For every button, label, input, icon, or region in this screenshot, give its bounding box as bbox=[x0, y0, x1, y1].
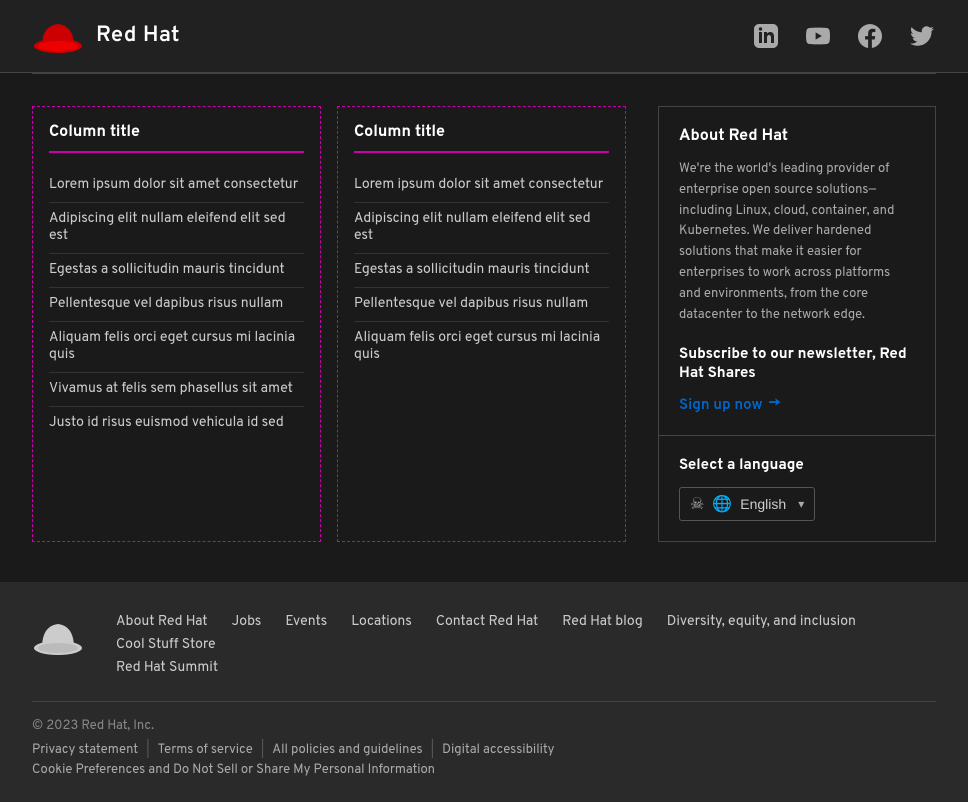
footer-legal-links: Privacy statement | Terms of service | A… bbox=[32, 742, 936, 758]
legal-separator-2: | bbox=[261, 742, 265, 758]
list-item[interactable]: Lorem ipsum dolor sit amet consectetur bbox=[49, 169, 304, 203]
list-item[interactable]: Adipiscing elit nullam eleifend elit sed… bbox=[49, 203, 304, 254]
legal-separator-1: | bbox=[146, 742, 150, 758]
sign-up-arrow-icon: → bbox=[769, 395, 781, 415]
globe-icon: ☠ bbox=[690, 494, 704, 514]
page-header: Red Hat bbox=[0, 0, 968, 73]
footer-link-jobs[interactable]: Jobs bbox=[232, 614, 262, 631]
column-2-title: Column title bbox=[354, 123, 609, 153]
footer-tos-link[interactable]: Terms of service bbox=[158, 742, 253, 758]
facebook-icon[interactable] bbox=[856, 22, 884, 50]
footer-cookie-row: Cookie Preferences and Do Not Sell or Sh… bbox=[32, 762, 936, 778]
right-panel: About Red Hat We're the world's leading … bbox=[626, 106, 936, 542]
footer-policies-link[interactable]: All policies and guidelines bbox=[272, 742, 422, 758]
list-item[interactable]: Egestas a sollicitudin mauris tincidunt bbox=[354, 254, 609, 288]
list-item[interactable]: Justo id risus euismod vehicula id sed bbox=[49, 407, 304, 440]
list-item[interactable]: Adipiscing elit nullam eleifend elit sed… bbox=[354, 203, 609, 254]
list-item[interactable]: Aliquam felis orci eget cursus mi lacini… bbox=[354, 322, 609, 372]
language-globe-icon: 🌐 bbox=[712, 494, 732, 514]
about-text: We're the world's leading provider of en… bbox=[679, 159, 915, 325]
footer-link-dei[interactable]: Diversity, equity, and inclusion bbox=[667, 614, 856, 631]
footer-link-locations[interactable]: Locations bbox=[351, 614, 412, 631]
footer-bottom: © 2023 Red Hat, Inc. Privacy statement |… bbox=[32, 701, 936, 778]
redhat-logo-icon bbox=[32, 16, 84, 56]
list-item[interactable]: Pellentesque vel dapibus risus nullam bbox=[354, 288, 609, 322]
column-2: Column title Lorem ipsum dolor sit amet … bbox=[337, 106, 626, 542]
page-footer: About Red Hat Jobs Events Locations Cont… bbox=[0, 582, 968, 802]
footer-copyright: © 2023 Red Hat, Inc. bbox=[32, 718, 936, 734]
sign-up-label: Sign up now bbox=[679, 396, 763, 415]
columns-area: Column title Lorem ipsum dolor sit amet … bbox=[32, 106, 626, 542]
footer-link-blog[interactable]: Red Hat blog bbox=[562, 614, 642, 631]
list-item[interactable]: Egestas a sollicitudin mauris tincidunt bbox=[49, 254, 304, 288]
column-1-title: Column title bbox=[49, 123, 304, 153]
footer-privacy-link[interactable]: Privacy statement bbox=[32, 742, 138, 758]
main-content: Column title Lorem ipsum dolor sit amet … bbox=[0, 74, 968, 582]
social-icons-area bbox=[752, 22, 936, 50]
footer-link-summit[interactable]: Red Hat Summit bbox=[116, 660, 936, 677]
list-item[interactable]: Lorem ipsum dolor sit amet consectetur bbox=[354, 169, 609, 203]
list-item[interactable]: Vivamus at felis sem phasellus sit amet bbox=[49, 373, 304, 407]
sign-up-link[interactable]: Sign up now → bbox=[679, 395, 915, 415]
about-title: About Red Hat bbox=[679, 127, 915, 147]
linkedin-icon[interactable] bbox=[752, 22, 780, 50]
language-selector[interactable]: ☠ 🌐 English ▾ bbox=[679, 487, 815, 521]
language-chevron-icon: ▾ bbox=[798, 497, 804, 511]
column-1: Column title Lorem ipsum dolor sit amet … bbox=[32, 106, 321, 542]
list-item[interactable]: Pellentesque vel dapibus risus nullam bbox=[49, 288, 304, 322]
footer-cookie-link[interactable]: Cookie Preferences and Do Not Sell or Sh… bbox=[32, 762, 435, 778]
footer-link-about[interactable]: About Red Hat bbox=[116, 614, 208, 631]
list-item[interactable]: Aliquam felis orci eget cursus mi lacini… bbox=[49, 322, 304, 373]
footer-top: About Red Hat Jobs Events Locations Cont… bbox=[32, 614, 936, 677]
footer-links: About Red Hat Jobs Events Locations Cont… bbox=[116, 614, 936, 677]
footer-accessibility-link[interactable]: Digital accessibility bbox=[442, 742, 554, 758]
footer-logo-icon bbox=[32, 614, 84, 658]
language-title: Select a language bbox=[679, 456, 915, 475]
logo-text: Red Hat bbox=[96, 23, 180, 50]
subscribe-title: Subscribe to our newsletter, Red Hat Sha… bbox=[679, 345, 915, 383]
language-current: English bbox=[740, 496, 786, 512]
twitter-icon[interactable] bbox=[908, 22, 936, 50]
youtube-icon[interactable] bbox=[804, 22, 832, 50]
language-section: Select a language ☠ 🌐 English ▾ bbox=[658, 436, 936, 542]
footer-link-events[interactable]: Events bbox=[285, 614, 327, 631]
about-section: About Red Hat We're the world's leading … bbox=[658, 106, 936, 436]
footer-link-cool-stuff[interactable]: Cool Stuff Store bbox=[116, 637, 216, 654]
legal-separator-3: | bbox=[431, 742, 435, 758]
footer-link-contact[interactable]: Contact Red Hat bbox=[436, 614, 538, 631]
logo-area: Red Hat bbox=[32, 16, 180, 56]
